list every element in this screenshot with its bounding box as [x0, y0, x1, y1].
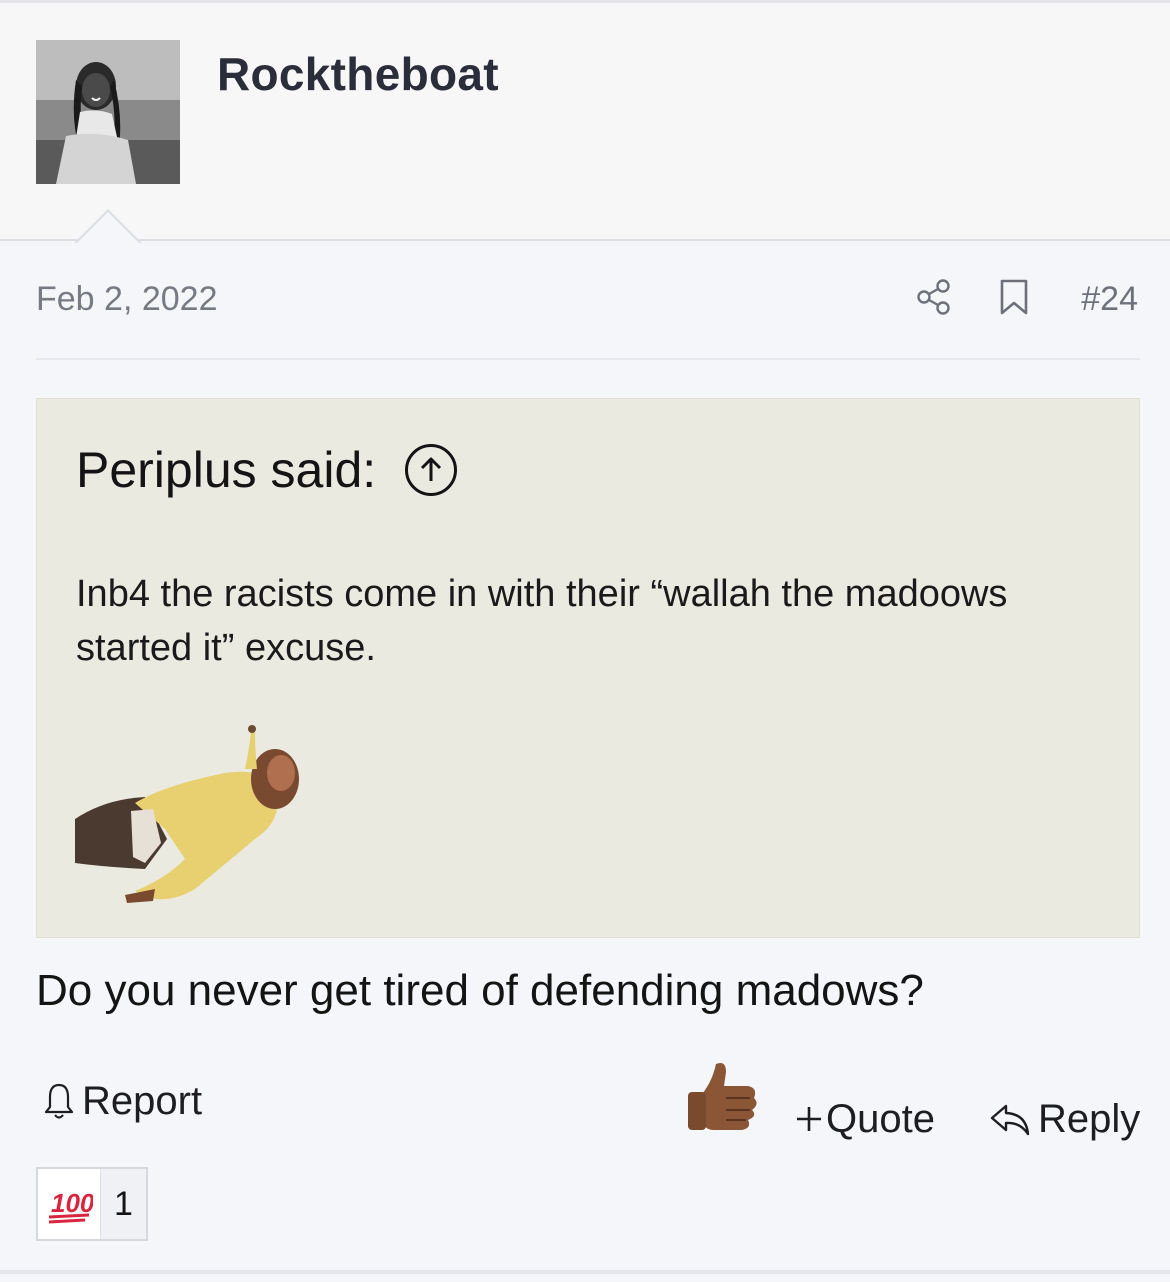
- header-pointer-fill: [76, 212, 140, 244]
- quote-text: Inb4 the racists come in with their “wal…: [76, 573, 1008, 669]
- share-icon[interactable]: [915, 278, 953, 316]
- report-button[interactable]: Report: [42, 1078, 202, 1124]
- quote-label: Quote: [826, 1096, 935, 1141]
- post-body: Do you never get tired of defending mado…: [36, 966, 924, 1015]
- user-avatar[interactable]: [36, 40, 180, 184]
- reply-arrow-icon: [990, 1104, 1030, 1136]
- bottom-divider: [0, 1270, 1170, 1274]
- meta-divider: [36, 358, 1140, 360]
- post-username[interactable]: Rocktheboat: [217, 47, 499, 101]
- bell-icon: [44, 1083, 74, 1119]
- quote-image: [75, 719, 315, 909]
- reaction-summary[interactable]: 100 1: [36, 1167, 148, 1241]
- avatar-photo: [36, 40, 180, 184]
- quote-block: Periplus said: Inb4 the racists come in …: [36, 398, 1140, 938]
- post-number-link[interactable]: #24: [1081, 280, 1138, 319]
- bookmark-icon[interactable]: [998, 278, 1030, 316]
- hundred-emoji-icon: 100: [38, 1169, 100, 1239]
- user-header: Rocktheboat: [0, 3, 1170, 241]
- reply-label: Reply: [1038, 1096, 1141, 1141]
- reaction-count: 1: [100, 1169, 146, 1239]
- post-meta: Feb 2, 2022 #24: [36, 276, 1140, 322]
- arrow-up-circle-icon[interactable]: [405, 444, 457, 496]
- quote-button[interactable]: Quote: [794, 1096, 935, 1142]
- post-date[interactable]: Feb 2, 2022: [36, 280, 217, 319]
- thumbs-up-emoji[interactable]: [686, 1058, 762, 1136]
- plus-icon: [797, 1107, 821, 1131]
- quote-author[interactable]: Periplus said:: [76, 441, 376, 499]
- report-label: Report: [82, 1078, 203, 1123]
- svg-text:100: 100: [51, 1188, 93, 1218]
- reply-button[interactable]: Reply: [988, 1096, 1140, 1142]
